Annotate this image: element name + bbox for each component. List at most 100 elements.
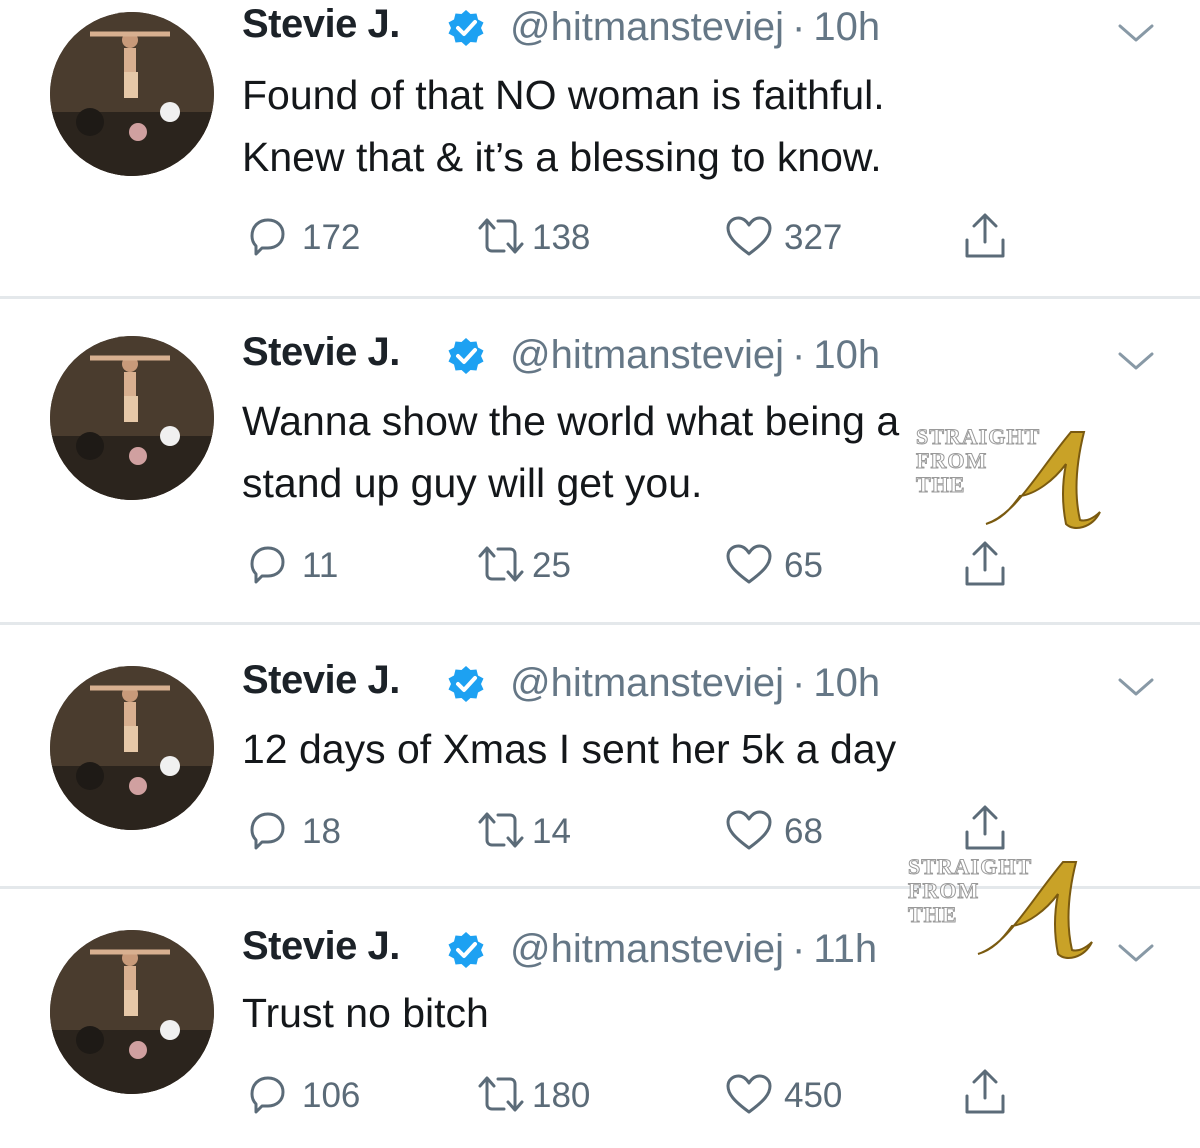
share-button[interactable]	[962, 540, 1008, 586]
share-button[interactable]	[962, 1068, 1008, 1114]
reply-button[interactable]: 106	[244, 1072, 374, 1118]
retweet-count: 14	[532, 812, 571, 851]
retweet-button[interactable]: 25	[476, 542, 596, 588]
heart-icon	[726, 1074, 772, 1114]
like-count: 68	[784, 812, 823, 851]
author-name[interactable]: Stevie J.	[242, 2, 400, 47]
like-count: 450	[784, 1076, 843, 1115]
reply-count: 11	[302, 546, 339, 585]
retweet-count: 25	[532, 546, 571, 585]
meta-separator: ·	[792, 5, 806, 49]
retweet-count: 138	[532, 218, 591, 257]
watermark-a-icon	[985, 431, 1101, 529]
watermark-text-line: THE	[907, 902, 958, 928]
watermark-logo: STRAIGHT FROM THE	[915, 424, 1106, 544]
reply-icon	[250, 218, 285, 256]
heart-icon	[726, 216, 772, 256]
chevron-down-icon[interactable]	[1114, 348, 1158, 374]
reply-icon	[250, 1076, 285, 1114]
retweet-icon	[478, 812, 524, 848]
tweet-text-line: 12 days of Xmas I sent her 5k a day	[242, 726, 897, 772]
author-handle[interactable]: @hitmansteviej	[510, 333, 784, 377]
tweet-meta: @hitmansteviej · 10h	[510, 333, 880, 378]
profile-photo-icon	[50, 666, 214, 830]
author-handle[interactable]: @hitmansteviej	[510, 661, 784, 705]
tweet-time[interactable]: 10h	[813, 5, 880, 49]
share-icon	[965, 213, 1005, 258]
avatar[interactable]	[50, 930, 214, 1094]
like-button[interactable]: 65	[724, 542, 844, 588]
share-icon	[965, 541, 1005, 586]
tweet-time[interactable]: 11h	[813, 927, 877, 971]
verified-badge-icon	[448, 932, 484, 968]
chevron-down-icon[interactable]	[1114, 674, 1158, 700]
tweet-text: Trust no bitch	[242, 982, 489, 1044]
reply-icon	[250, 546, 285, 584]
profile-photo-icon	[50, 336, 214, 500]
share-icon	[965, 805, 1005, 850]
avatar[interactable]	[50, 666, 214, 830]
reply-button[interactable]: 11	[244, 542, 354, 588]
author-handle[interactable]: @hitmansteviej	[510, 927, 784, 971]
tweet-text-line: Knew that & it’s a blessing to know.	[242, 134, 882, 180]
profile-photo-icon	[50, 930, 214, 1094]
tweet-text-line: Wanna show the world what being a	[242, 398, 900, 444]
watermark-text-line: THE	[915, 472, 966, 498]
watermark-logo: STRAIGHT FROM THE	[907, 854, 1098, 974]
reply-count: 106	[302, 1076, 361, 1115]
verified-badge-icon	[448, 10, 484, 46]
verified-badge-icon	[448, 338, 484, 374]
author-name[interactable]: Stevie J.	[242, 658, 400, 703]
tweet-meta: @hitmansteviej · 11h	[510, 927, 877, 972]
like-count: 327	[784, 218, 843, 257]
author-name[interactable]: Stevie J.	[242, 924, 400, 969]
profile-photo-icon	[50, 12, 214, 176]
tweet-text: 12 days of Xmas I sent her 5k a day	[242, 718, 896, 780]
avatar[interactable]	[50, 336, 214, 500]
tweet-text-line: Trust no bitch	[242, 990, 489, 1036]
tweet-text-line: Found of that NO woman is faithful.	[242, 72, 885, 118]
retweet-icon	[478, 1076, 524, 1112]
like-button[interactable]: 68	[724, 808, 844, 854]
share-icon	[965, 1069, 1005, 1114]
tweet[interactable]: Stevie J. @hitmansteviej · 10h Found of th…	[0, 0, 1200, 296]
chevron-down-icon[interactable]	[1114, 940, 1158, 966]
author-handle[interactable]: @hitmansteviej	[510, 5, 784, 49]
retweet-icon	[478, 218, 524, 254]
tweet-meta: @hitmansteviej · 10h	[510, 661, 880, 706]
tweet-time[interactable]: 10h	[813, 661, 880, 705]
avatar[interactable]	[50, 12, 214, 176]
heart-icon	[726, 810, 772, 850]
share-button[interactable]	[962, 804, 1008, 850]
share-button[interactable]	[962, 212, 1008, 258]
meta-separator: ·	[792, 927, 806, 971]
reply-button[interactable]: 18	[244, 808, 354, 854]
retweet-button[interactable]: 14	[476, 808, 596, 854]
meta-separator: ·	[792, 661, 806, 705]
tweet-text: Wanna show the world what being a stand …	[242, 390, 899, 514]
reply-count: 172	[302, 218, 361, 257]
verified-badge-icon	[448, 666, 484, 702]
reply-count: 18	[302, 812, 341, 851]
retweet-button[interactable]: 180	[476, 1072, 616, 1118]
tweet-time[interactable]: 10h	[813, 333, 880, 377]
retweet-button[interactable]: 138	[476, 214, 616, 260]
author-name[interactable]: Stevie J.	[242, 330, 400, 375]
tweet-text-line: stand up guy will get you.	[242, 460, 703, 506]
tweet-meta: @hitmansteviej · 10h	[510, 5, 880, 50]
watermark-a-icon	[977, 861, 1093, 959]
retweet-count: 180	[532, 1076, 591, 1115]
heart-icon	[726, 544, 772, 584]
like-button[interactable]: 450	[724, 1072, 864, 1118]
chevron-down-icon[interactable]	[1114, 20, 1158, 46]
retweet-icon	[478, 546, 524, 582]
reply-icon	[250, 812, 285, 850]
like-count: 65	[784, 546, 823, 585]
tweet-text: Found of that NO woman is faithful. Knew…	[242, 64, 885, 188]
like-button[interactable]: 327	[724, 214, 864, 260]
tweet[interactable]: Stevie J. @hitmansteviej · 10h 12 days of …	[0, 656, 1200, 886]
reply-button[interactable]: 172	[244, 214, 374, 260]
tweet-divider	[0, 622, 1200, 625]
meta-separator: ·	[792, 333, 806, 377]
tweet-divider	[0, 296, 1200, 299]
